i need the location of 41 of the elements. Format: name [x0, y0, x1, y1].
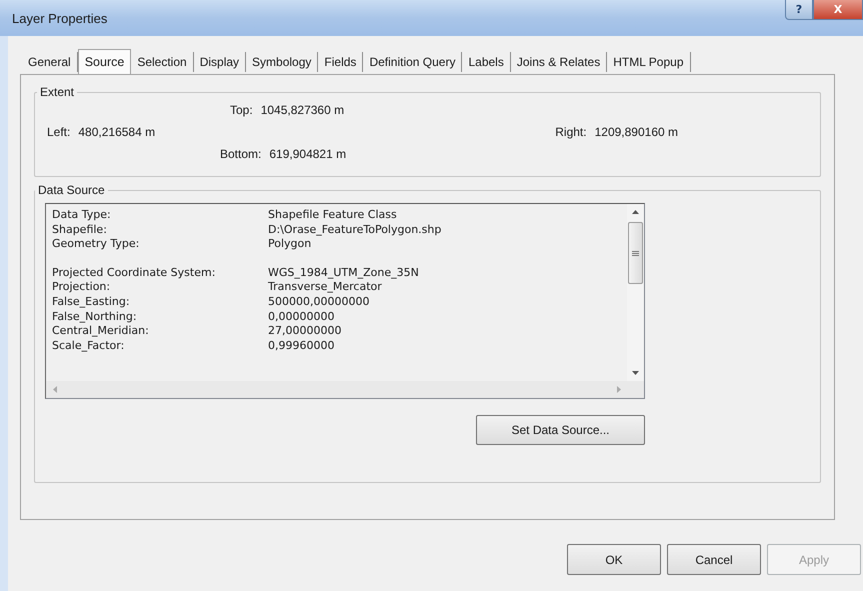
property-value: 0,99960000	[268, 338, 334, 354]
help-button[interactable]: ?	[785, 0, 813, 20]
field-label: Top:	[230, 103, 253, 117]
property-value: Shapefile Feature Class	[268, 208, 397, 223]
property-name: Projected Coordinate System:	[52, 266, 216, 280]
property-name: Shapefile:	[52, 222, 108, 238]
property-value: WGS_1984_UTM_Zone_35N	[268, 266, 419, 280]
property-name: Geometry Type:	[52, 237, 140, 252]
right-arrow-icon	[616, 386, 620, 392]
field-value: 480,216584 m	[78, 125, 156, 139]
property-value: 500000,00000000	[268, 294, 370, 310]
up-arrow-icon	[632, 210, 639, 214]
property-name: Projection:	[52, 280, 112, 295]
left-arrow-icon	[52, 386, 56, 392]
grip-icon	[632, 250, 639, 256]
window-title: Layer Properties	[12, 10, 108, 26]
property-value: 27,00000000	[268, 324, 342, 339]
field-value: 1045,827360 m	[260, 103, 344, 117]
field-value: 619,904821 m	[269, 147, 346, 161]
property-name: Scale_Factor:	[52, 338, 126, 354]
group-title: Data Source	[37, 183, 106, 197]
field-label: Bottom:	[220, 147, 262, 161]
dialog-button[interactable]: Cancel	[667, 544, 761, 575]
field-label: Left:	[47, 125, 70, 139]
property-name: False_Easting:	[52, 294, 131, 310]
property-name: Central_Meridian:	[52, 324, 150, 339]
field-label: Right:	[555, 125, 587, 139]
horizontal-scrollbar[interactable]	[46, 381, 644, 398]
tab[interactable]: Source	[78, 49, 132, 74]
property-value: Transverse_Mercator	[268, 280, 382, 295]
set-data-source-button[interactable]: Set Data Source...	[476, 415, 645, 445]
property-value: Polygon	[268, 237, 312, 252]
down-arrow-icon	[632, 371, 639, 375]
property-name: Data Type:	[52, 208, 112, 223]
field-value: 1209,890160 m	[594, 125, 678, 139]
property-name: False_Northing:	[52, 310, 138, 324]
dialog-button[interactable]: OK	[567, 544, 661, 575]
vertical-scrollbar[interactable]	[627, 204, 644, 381]
group-title: Extent	[39, 85, 76, 99]
property-value: D:\Orase_FeatureToPolygon.shp	[268, 222, 442, 238]
property-value: 0,00000000	[268, 310, 334, 324]
